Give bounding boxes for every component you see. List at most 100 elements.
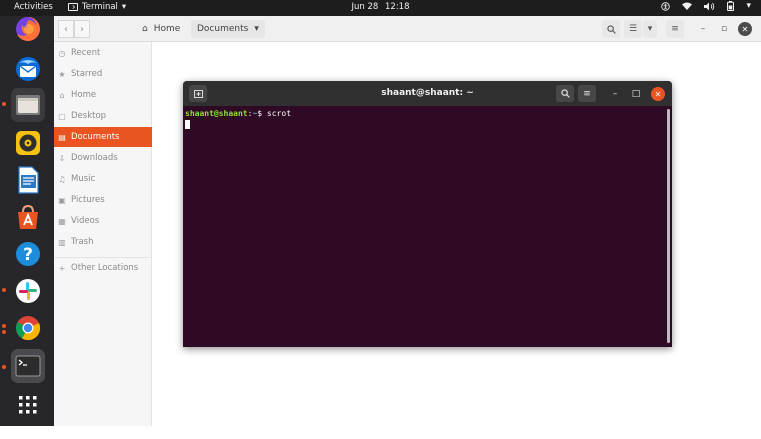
download-icon: ⇩ xyxy=(58,153,66,163)
prompt-symbol: $ xyxy=(257,109,267,118)
dock-rhythmbox[interactable] xyxy=(11,126,45,160)
dock: ? xyxy=(0,16,54,426)
chevron-down-icon: ▾ xyxy=(254,24,259,34)
terminal-command: scrot xyxy=(266,109,292,118)
sidebar-item-music[interactable]: ♫ Music xyxy=(54,169,152,189)
sidebar-item-label: Videos xyxy=(71,216,100,226)
terminal-output[interactable]: shaant@shaant:~$ scrot xyxy=(183,106,665,347)
text-cursor xyxy=(185,120,190,129)
list-view-icon: ☰ xyxy=(628,24,638,34)
sidebar-item-documents[interactable]: ▤ Documents xyxy=(54,127,152,147)
maximize-icon: □ xyxy=(631,89,641,99)
dock-software[interactable] xyxy=(11,200,45,234)
dock-thunderbird[interactable] xyxy=(11,52,45,86)
dock-show-applications[interactable] xyxy=(11,388,45,422)
sidebar-item-starred[interactable]: ★ Starred xyxy=(54,64,152,84)
view-options-button[interactable]: ▾ xyxy=(643,20,657,38)
terminal-icon xyxy=(15,355,41,377)
files-headerbar: ‹ › ⌂ Home Documents ▾ ☰ ▾ ≡ – ▫ ✕ xyxy=(54,16,761,42)
dock-chrome[interactable] xyxy=(11,311,45,345)
sidebar-item-label: Other Locations xyxy=(71,263,139,273)
terminal-menu-button[interactable]: ≡ xyxy=(578,85,596,102)
sidebar-item-label: Starred xyxy=(71,69,103,79)
terminal-minimize-button[interactable]: – xyxy=(608,87,622,101)
back-button[interactable]: ‹ xyxy=(58,20,74,38)
terminal-window: shaant@shaant: ~ ≡ – □ ✕ shaant@shaant:~… xyxy=(183,81,672,347)
terminal-close-button[interactable]: ✕ xyxy=(651,87,665,101)
breadcrumb-current-label: Documents xyxy=(197,24,249,34)
prompt-user: shaant@shaant xyxy=(185,109,248,118)
files-icon xyxy=(16,95,40,115)
accessibility-icon[interactable] xyxy=(661,1,671,11)
terminal-cursor-line xyxy=(185,118,663,131)
sidebar-item-label: Pictures xyxy=(71,195,105,205)
sidebar-item-other-locations[interactable]: + Other Locations xyxy=(54,258,152,278)
terminal-title: shaant@shaant: ~ xyxy=(381,88,474,98)
star-icon: ★ xyxy=(58,69,66,79)
files-sidebar: ◷ Recent ★ Starred ⌂ Home ▢ Desktop ▤ Do… xyxy=(54,42,152,426)
sidebar-item-desktop[interactable]: ▢ Desktop xyxy=(54,106,152,126)
clock-time: 12:18 xyxy=(385,2,410,12)
sidebar-item-downloads[interactable]: ⇩ Downloads xyxy=(54,148,152,168)
terminal-maximize-button[interactable]: □ xyxy=(629,87,643,101)
sidebar-item-label: Trash xyxy=(71,237,94,247)
dock-files[interactable] xyxy=(11,88,45,122)
dock-slack[interactable] xyxy=(11,274,45,308)
sidebar-item-label: Music xyxy=(71,174,96,184)
close-button[interactable]: ✕ xyxy=(738,22,752,36)
wifi-icon[interactable] xyxy=(682,2,693,10)
maximize-icon: ▫ xyxy=(720,24,728,34)
trash-icon: ▥ xyxy=(58,237,66,247)
dock-help[interactable]: ? xyxy=(11,237,45,271)
hamburger-menu-icon: ≡ xyxy=(583,88,591,99)
clock-icon: ◷ xyxy=(58,48,66,58)
sidebar-item-home[interactable]: ⌂ Home xyxy=(54,85,152,105)
search-icon xyxy=(560,89,570,98)
sidebar-item-pictures[interactable]: ▣ Pictures xyxy=(54,190,152,210)
help-icon: ? xyxy=(16,242,40,266)
maximize-button[interactable]: ▫ xyxy=(715,20,733,38)
breadcrumb-home[interactable]: ⌂ Home xyxy=(136,20,186,38)
close-icon: ✕ xyxy=(741,24,749,34)
terminal-search-button[interactable] xyxy=(556,85,574,102)
sidebar-item-label: Home xyxy=(71,90,97,100)
forward-button[interactable]: › xyxy=(74,20,90,38)
running-indicator xyxy=(2,288,6,292)
dock-firefox[interactable] xyxy=(11,12,45,46)
writer-icon xyxy=(18,166,39,194)
battery-icon[interactable] xyxy=(727,1,735,11)
system-tray[interactable]: ▾ xyxy=(661,1,751,11)
running-indicator xyxy=(2,330,6,334)
minimize-button[interactable]: – xyxy=(694,20,712,38)
chevron-left-icon: ‹ xyxy=(64,23,68,35)
sidebar-item-trash[interactable]: ▥ Trash xyxy=(54,232,152,252)
running-indicator xyxy=(2,102,6,106)
hamburger-menu-icon: ≡ xyxy=(671,24,679,34)
home-icon: ⌂ xyxy=(59,90,65,100)
terminal-headerbar[interactable]: shaant@shaant: ~ ≡ – □ ✕ xyxy=(183,81,672,106)
dock-writer[interactable] xyxy=(11,163,45,197)
video-icon: ▦ xyxy=(58,216,66,226)
system-menu-arrow[interactable]: ▾ xyxy=(746,1,751,11)
firefox-icon xyxy=(16,17,40,41)
clock[interactable]: Jun 28 12:18 xyxy=(0,2,761,12)
sidebar-item-label: Documents xyxy=(71,132,120,142)
dock-terminal[interactable] xyxy=(11,349,45,383)
sidebar-item-recent[interactable]: ◷ Recent xyxy=(54,43,152,63)
close-icon: ✕ xyxy=(654,89,662,99)
search-icon xyxy=(606,24,616,34)
volume-icon[interactable] xyxy=(704,2,715,11)
sidebar-item-label: Downloads xyxy=(71,153,118,163)
clock-date: Jun 28 xyxy=(351,2,379,12)
desktop-icon: ▢ xyxy=(58,111,66,121)
software-icon xyxy=(18,204,38,229)
view-list-button[interactable]: ☰ xyxy=(624,20,642,38)
sidebar-item-videos[interactable]: ▦ Videos xyxy=(54,211,152,231)
terminal-scrollbar[interactable] xyxy=(667,109,670,343)
main-menu-button[interactable]: ≡ xyxy=(666,20,684,38)
breadcrumb-home-label: Home xyxy=(153,24,181,34)
breadcrumb-current[interactable]: Documents ▾ xyxy=(191,20,265,38)
search-button[interactable] xyxy=(602,20,620,38)
svg-text:?: ? xyxy=(23,245,33,265)
minimize-icon: – xyxy=(700,24,706,34)
